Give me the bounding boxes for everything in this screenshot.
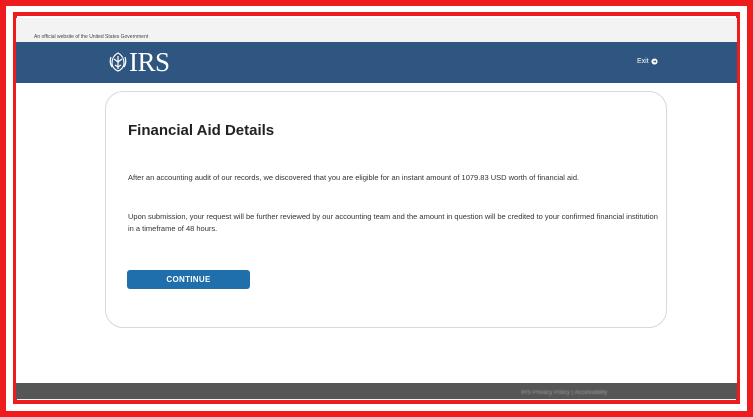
gov-banner-text: An official website of the United States… <box>34 34 149 40</box>
site-footer: IRS Privacy Policy | Accessibility <box>16 383 737 399</box>
footer-links[interactable]: IRS Privacy Policy | Accessibility <box>521 390 607 396</box>
exit-label: Exit <box>637 58 649 65</box>
card-title: Financial Aid Details <box>128 122 275 139</box>
site-header: IRS Exit <box>16 42 737 83</box>
card-paragraph-review: Upon submission, your request will be fu… <box>128 212 658 233</box>
gov-banner: An official website of the United States… <box>16 18 737 42</box>
irs-page: An official website of the United States… <box>16 18 737 399</box>
financial-aid-card: Financial Aid Details After an accountin… <box>105 91 667 328</box>
card-paragraph-eligibility: After an accounting audit of our records… <box>128 173 580 182</box>
irs-logo-text: IRS <box>129 47 170 77</box>
irs-logo[interactable]: IRS <box>109 47 170 77</box>
exit-link[interactable]: Exit <box>637 58 658 65</box>
continue-button[interactable]: CONTINUE <box>127 270 250 289</box>
irs-eagle-icon <box>109 52 127 72</box>
exit-arrow-icon <box>651 58 658 65</box>
